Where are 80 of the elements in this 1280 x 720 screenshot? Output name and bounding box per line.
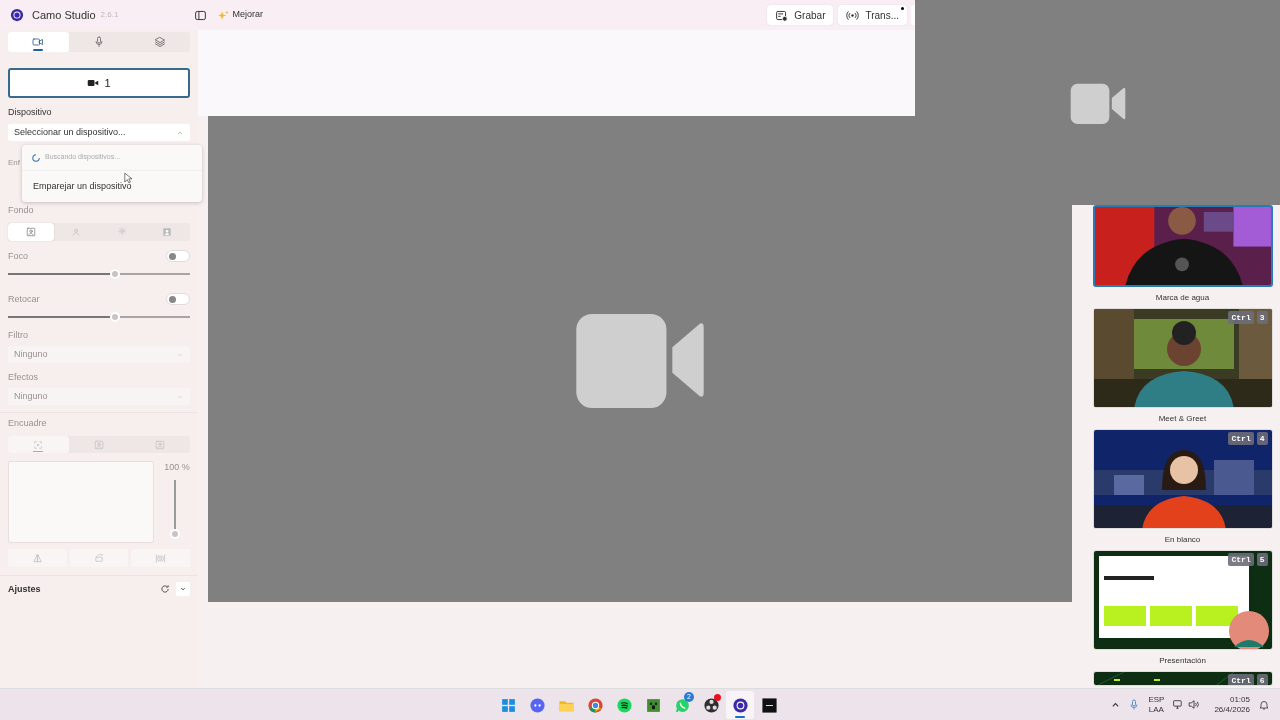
shortcut-key: Ctrl bbox=[1228, 674, 1254, 685]
field-label: Filtro bbox=[8, 329, 29, 341]
messaging-app-icon bbox=[673, 696, 691, 714]
loading-spinner-icon bbox=[32, 153, 40, 162]
camera-source-button[interactable]: 1 bbox=[8, 68, 190, 98]
upgrade-button[interactable]: Mejorar bbox=[218, 8, 263, 22]
layers-icon bbox=[153, 36, 166, 48]
section-title: Ajustes bbox=[8, 583, 41, 595]
app-title: Camo Studio bbox=[32, 7, 96, 23]
slider-label: Retocar bbox=[8, 293, 40, 305]
video-camera-icon bbox=[32, 36, 45, 48]
shortcut-key: Ctrl bbox=[1228, 311, 1254, 324]
taskbar-app[interactable] bbox=[726, 691, 754, 719]
scene-thumbnail[interactable]: Ctrl 3 bbox=[1092, 308, 1273, 408]
field-label: Efectos bbox=[8, 371, 39, 383]
windows-start-icon bbox=[499, 696, 517, 714]
scene-label: En blanco bbox=[1164, 534, 1201, 546]
toggle-switch[interactable] bbox=[166, 293, 190, 305]
stream-button[interactable]: Trans... bbox=[838, 5, 907, 25]
slider-label: Foco bbox=[8, 250, 28, 262]
game-icon bbox=[644, 696, 662, 714]
shortcut-key: 5 bbox=[1256, 553, 1268, 566]
shortcut-key: 3 bbox=[1256, 311, 1268, 324]
field-label: Enf bbox=[8, 157, 21, 169]
keyboard-layout-label[interactable]: LAA bbox=[1148, 704, 1164, 715]
slider[interactable] bbox=[8, 269, 190, 278]
field-label: Encuadre bbox=[8, 417, 48, 429]
music-app-icon bbox=[615, 696, 633, 714]
app-logo-icon bbox=[10, 8, 24, 22]
sidebar-toggle-icon[interactable] bbox=[194, 8, 208, 22]
notification-bell-icon[interactable] bbox=[1258, 698, 1270, 711]
flip-icon bbox=[31, 552, 43, 564]
clock-time[interactable]: 01:05 bbox=[1229, 694, 1250, 705]
record-icon bbox=[775, 8, 789, 22]
terminal-icon bbox=[760, 696, 778, 714]
slider[interactable] bbox=[8, 312, 190, 321]
person-frame-icon bbox=[94, 439, 104, 450]
auto-frame-icon bbox=[33, 439, 44, 450]
sparkle-icon bbox=[218, 9, 230, 21]
language-label[interactable]: ESP bbox=[1148, 694, 1165, 705]
camera-icon bbox=[155, 552, 167, 564]
scene-label: Marca de agua bbox=[1155, 292, 1210, 304]
scene-label: Meet & Greet bbox=[1158, 413, 1207, 425]
chevron-up-icon[interactable] bbox=[1111, 700, 1121, 709]
field-label: Fondo bbox=[8, 204, 35, 216]
rotate-icon bbox=[93, 552, 105, 564]
camera-app-icon bbox=[731, 696, 749, 714]
field-label: Dispositivo bbox=[8, 106, 53, 118]
person-icon bbox=[71, 227, 82, 237]
recorder-icon bbox=[702, 696, 720, 714]
camera-icon bbox=[87, 77, 100, 89]
record-button[interactable]: Grabar bbox=[767, 5, 834, 25]
scene-label: Presentación bbox=[1159, 655, 1206, 667]
sidebar-tab[interactable] bbox=[8, 32, 69, 52]
shortcut-key: 4 bbox=[1256, 432, 1268, 445]
sparkle-person-icon bbox=[116, 227, 127, 237]
zoom-reading: 100 % bbox=[164, 461, 190, 473]
shortcut-key: Ctrl bbox=[1228, 553, 1254, 566]
portrait-icon bbox=[162, 227, 173, 237]
mouse-pointer-icon bbox=[124, 172, 132, 184]
menu-item[interactable]: Emparejar un dispositivo bbox=[22, 171, 202, 202]
video-camera-icon bbox=[1070, 82, 1126, 124]
device-dropdown[interactable]: Seleccionar un dispositivo... bbox=[8, 124, 190, 141]
scene-thumbnail[interactable]: Ctrl 5 bbox=[1092, 550, 1273, 650]
clock-date[interactable]: 26/4/2026 bbox=[1214, 704, 1250, 715]
refresh-icon[interactable] bbox=[160, 584, 170, 594]
toggle-switch[interactable] bbox=[166, 250, 190, 262]
chat-app-icon bbox=[528, 696, 546, 714]
shortcut-key: Ctrl bbox=[1228, 432, 1254, 445]
person-frame-icon bbox=[154, 439, 165, 450]
microphone-icon bbox=[93, 36, 105, 48]
chevron-down-icon bbox=[179, 585, 187, 593]
version-label: 2.6.1 bbox=[100, 9, 119, 21]
person-icon bbox=[25, 227, 36, 237]
browser-icon bbox=[586, 696, 604, 714]
scene-thumbnail[interactable]: Ctrl 4 bbox=[1092, 429, 1273, 529]
broadcast-icon bbox=[846, 8, 860, 22]
scene-thumbnail[interactable]: Ctrl 6 bbox=[1092, 671, 1273, 686]
shortcut-key: 6 bbox=[1256, 674, 1268, 685]
volume-icon[interactable] bbox=[1187, 698, 1201, 711]
